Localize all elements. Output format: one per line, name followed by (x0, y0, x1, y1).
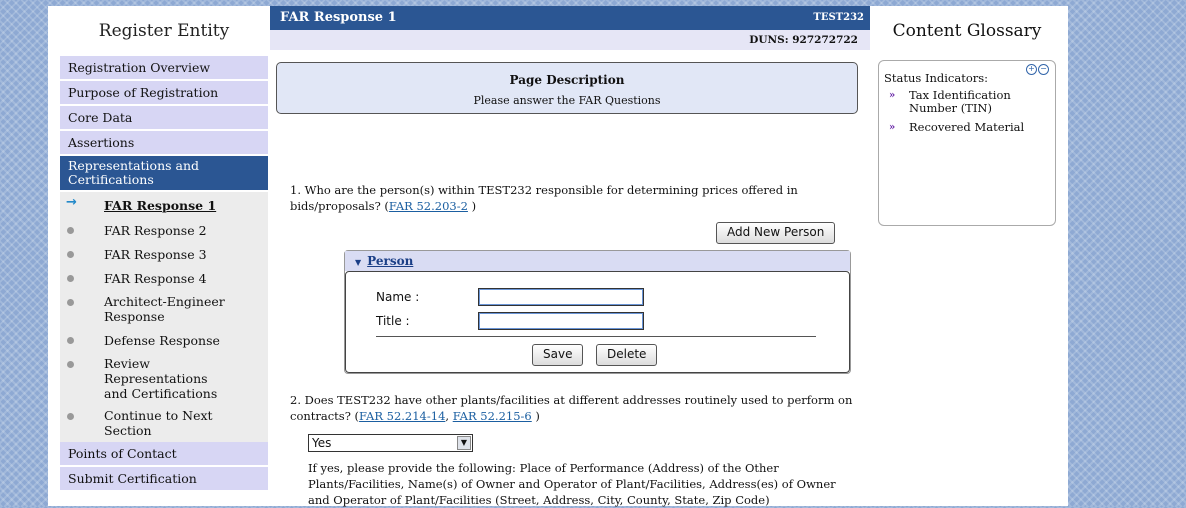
nav-item-purpose-of-registration[interactable]: Purpose of Registration (60, 81, 268, 106)
content-glossary: Content Glossary + − Status Indicators: … (878, 6, 1056, 506)
page-description-text: Please answer the FAR Questions (473, 94, 661, 107)
bullet-icon (67, 413, 74, 420)
sub-item-far-response-1[interactable]: → FAR Response 1 (60, 192, 268, 218)
bullet-icon (67, 227, 74, 234)
glossary-item-label: Recovered Material (909, 120, 1025, 134)
sub-item-far-response-3[interactable]: FAR Response 3 (60, 242, 268, 266)
question-2-followup: If yes, please provide the following: Pl… (308, 461, 836, 507)
bullet-icon (67, 337, 74, 344)
glossary-item-recovered-material[interactable]: » Recovered Material (889, 121, 1049, 134)
question-2-end: ) (531, 409, 540, 423)
sub-item-label: Architect-Engineer Response (104, 294, 225, 324)
title-field[interactable] (478, 312, 644, 330)
bullet-icon (67, 361, 74, 368)
page-title: FAR Response 1 (280, 10, 397, 25)
form-divider (376, 336, 816, 337)
bullet-icon (67, 251, 74, 258)
add-new-person-button[interactable]: Add New Person (716, 222, 836, 244)
glossary-box: + − Status Indicators: » Tax Identificat… (878, 60, 1056, 226)
select-value: Yes (312, 436, 332, 450)
current-arrow-icon: → (66, 195, 77, 210)
sub-item-review-reps[interactable]: Review Representations and Certification… (60, 352, 224, 404)
plants-facilities-select[interactable]: Yes ▼ (308, 434, 473, 452)
collapse-triangle-icon: ▼ (355, 257, 362, 267)
entity-name: TEST232 (813, 12, 864, 23)
person-form: Name : Title : Save Delete (345, 271, 850, 373)
sub-item-label: Defense Response (104, 332, 220, 348)
question-1-end: ) (467, 199, 477, 213)
far-link-52-214-14[interactable]: FAR 52.214-14 (359, 409, 445, 423)
question-1-text: 1. Who are the person(s) within TEST232 … (290, 183, 798, 213)
nav-item-assertions[interactable]: Assertions (60, 131, 268, 156)
nav-item-submit-certification[interactable]: Submit Certification (60, 467, 268, 492)
glossary-heading: Status Indicators: (884, 71, 989, 85)
nav-item-core-data[interactable]: Core Data (60, 106, 268, 131)
glossary-item-tin[interactable]: » Tax Identification Number (TIN) (889, 89, 1049, 115)
chevron-right-icon: » (889, 122, 896, 133)
sub-item-label: Continue to Next Section (104, 408, 213, 438)
sub-item-architect-engineer[interactable]: Architect-Engineer Response (60, 290, 244, 328)
left-nav: Register Entity Registration Overview Pu… (60, 6, 268, 506)
collapse-icon[interactable]: − (1038, 64, 1049, 75)
sub-item-label: FAR Response 1 (104, 197, 217, 213)
sub-item-far-response-2[interactable]: FAR Response 2 (60, 218, 268, 242)
question-1: 1. Who are the person(s) within TEST232 … (290, 182, 860, 214)
sub-item-label: FAR Response 2 (104, 222, 207, 238)
bullet-icon (67, 299, 74, 306)
sub-item-defense-response[interactable]: Defense Response (60, 328, 268, 352)
far-link-52-215-6[interactable]: FAR 52.215-6 (453, 409, 532, 423)
page-description-box: Page Description Please answer the FAR Q… (276, 62, 858, 114)
duns-number: DUNS: 927272722 (270, 30, 870, 50)
glossary-title: Content Glossary (892, 21, 1042, 41)
person-panel: ▼ Person Name : Title : Save Delete (344, 250, 851, 374)
person-panel-header[interactable]: ▼ Person (345, 251, 850, 271)
nav-subitems: → FAR Response 1 FAR Response 2 FAR Resp… (60, 192, 268, 442)
bullet-icon (67, 275, 74, 282)
title-label: Title : (376, 314, 410, 328)
nav-item-reps-and-certs[interactable]: Representations and Certifications (60, 156, 268, 192)
page-frame: Register Entity Registration Overview Pu… (48, 6, 1068, 507)
sub-item-label: Review Representations and Certification… (104, 355, 218, 401)
sub-item-continue[interactable]: Continue to Next Section (60, 404, 224, 442)
question-2-sep: , (445, 409, 453, 423)
chevron-down-icon[interactable]: ▼ (457, 436, 471, 450)
delete-button[interactable]: Delete (596, 344, 658, 366)
far-link-52-203-2[interactable]: FAR 52.203-2 (389, 199, 468, 213)
sub-item-label: FAR Response 3 (104, 246, 207, 262)
page-description-title: Page Description (509, 73, 625, 87)
save-button[interactable]: Save (532, 344, 584, 366)
sub-item-label: FAR Response 4 (104, 270, 207, 286)
sub-item-far-response-4[interactable]: FAR Response 4 (60, 266, 268, 290)
chevron-right-icon: » (889, 90, 896, 101)
nav-item-points-of-contact[interactable]: Points of Contact (60, 442, 268, 467)
main-content: FAR Response 1 TEST232 DUNS: 927272722 P… (270, 6, 870, 507)
glossary-controls: + − (1026, 64, 1049, 75)
person-toggle-link[interactable]: Person (367, 254, 413, 268)
nav-item-registration-overview[interactable]: Registration Overview (60, 56, 268, 81)
expand-icon[interactable]: + (1026, 64, 1037, 75)
left-nav-title: Register Entity (98, 21, 230, 41)
name-field[interactable] (478, 288, 644, 306)
question-2: 2. Does TEST232 have other plants/facili… (290, 392, 860, 424)
name-label: Name : (376, 290, 420, 304)
content-header: FAR Response 1 TEST232 (270, 6, 870, 30)
glossary-item-label: Tax Identification Number (TIN) (909, 88, 1011, 115)
